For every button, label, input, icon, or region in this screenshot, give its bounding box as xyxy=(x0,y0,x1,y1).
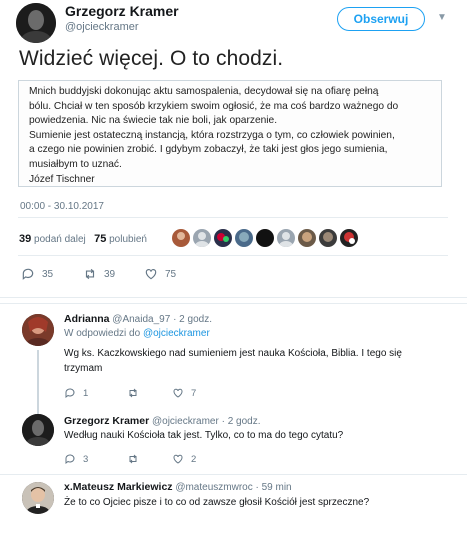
reply-avatar[interactable] xyxy=(22,314,54,346)
liker-avatar[interactable] xyxy=(235,229,253,247)
author-avatar[interactable] xyxy=(16,3,56,43)
thread-line xyxy=(37,400,39,414)
quote-line: Sumienie jest ostateczną instancją, któr… xyxy=(29,129,395,141)
reply-count: 3 xyxy=(83,453,89,465)
like-action[interactable]: 75 xyxy=(144,267,176,281)
like-count: 7 xyxy=(191,387,197,399)
thread-line xyxy=(37,350,39,400)
tweet-text: Widzieć więcej. O to chodzi. xyxy=(19,47,284,70)
quote-image[interactable]: Mnich buddyjski dokonując aktu samospale… xyxy=(18,80,442,187)
like-count: 75 xyxy=(165,268,177,280)
retweet-icon xyxy=(129,454,137,464)
divider xyxy=(0,474,467,475)
reply-count: 35 xyxy=(42,268,54,280)
liker-avatar[interactable] xyxy=(277,229,295,247)
chevron-down-icon[interactable]: ▼ xyxy=(437,12,447,23)
like-action[interactable]: 7 xyxy=(172,387,196,399)
liker-avatar[interactable] xyxy=(172,229,190,247)
author-name[interactable]: Grzegorz Kramer xyxy=(65,3,179,19)
reply-time[interactable]: · 2 godz. xyxy=(222,416,261,427)
tweet-stats: 39 podań dalej 75 polubień xyxy=(19,233,147,245)
divider xyxy=(18,255,448,256)
reply-context: W odpowiedzi do @ojcieckramer xyxy=(64,328,210,339)
reply-action[interactable]: 3 xyxy=(64,453,88,465)
quote-line: Mnich buddyjski dokonując aktu samospale… xyxy=(29,86,379,97)
retweet-action[interactable] xyxy=(127,387,146,399)
reply-author-handle[interactable]: @Anaida_97 xyxy=(112,314,170,325)
heart-icon xyxy=(145,269,157,280)
likes-count[interactable]: 75 xyxy=(94,233,106,245)
quote-line: bólu. Chciał w ten sposób krzykiem swoim… xyxy=(29,100,399,112)
retweet-action[interactable] xyxy=(127,453,146,465)
reply-time[interactable]: · 59 min xyxy=(256,482,292,493)
reply-header: Grzegorz Kramer @ojcieckramer · 2 godz. xyxy=(64,415,261,427)
reply-author-name[interactable]: Adrianna xyxy=(64,313,110,325)
reply-context-prefix: W odpowiedzi do xyxy=(64,328,141,339)
likes-label[interactable]: polubień xyxy=(109,234,147,245)
likers-avatars xyxy=(172,229,358,247)
retweet-icon xyxy=(85,268,95,280)
reply-icon xyxy=(65,388,75,398)
reply-text-line: trzymam xyxy=(64,363,103,374)
reply-context-link[interactable]: @ojcieckramer xyxy=(143,328,210,339)
reply-text: Według nauki Kościoła tak jest. Tylko, c… xyxy=(64,428,343,443)
like-count: 2 xyxy=(191,453,197,465)
reply-text-line: Że to co Ojciec pisze i to co od zawsze … xyxy=(64,497,370,508)
divider xyxy=(0,303,467,304)
reply-author-handle[interactable]: @ojcieckramer xyxy=(152,416,219,427)
divider xyxy=(0,297,467,298)
retweet-action[interactable]: 39 xyxy=(83,267,115,281)
tweet-timestamp[interactable]: 00:00 - 30.10.2017 xyxy=(20,201,104,212)
quote-line: Józef Tischner xyxy=(29,173,95,185)
divider xyxy=(18,217,448,218)
retweet-count: 39 xyxy=(104,268,116,280)
reply-header: Adrianna @Anaida_97 · 2 godz. xyxy=(64,313,212,325)
reply-action[interactable]: 35 xyxy=(21,267,53,281)
reply-header: x.Mateusz Markiewicz @mateuszmwroc · 59 … xyxy=(64,481,292,493)
liker-avatar[interactable] xyxy=(319,229,337,247)
liker-avatar[interactable] xyxy=(256,229,274,247)
heart-icon xyxy=(173,454,183,464)
reply-author-name[interactable]: Grzegorz Kramer xyxy=(64,415,149,427)
reply-icon xyxy=(65,454,75,464)
reply-text-line: Wg ks. Kaczkowskiego nad sumieniem jest … xyxy=(64,348,402,359)
liker-avatar[interactable] xyxy=(298,229,316,247)
reply-avatar[interactable] xyxy=(22,482,54,514)
liker-avatar[interactable] xyxy=(214,229,232,247)
reply-time[interactable]: · 2 godz. xyxy=(173,314,212,325)
reply-action[interactable]: 1 xyxy=(64,387,88,399)
reply-avatar[interactable] xyxy=(22,414,54,446)
follow-button[interactable]: Obserwuj xyxy=(337,7,425,31)
liker-avatar[interactable] xyxy=(193,229,211,247)
reply-count: 1 xyxy=(83,387,89,399)
quote-line: musiałbym to uznać. xyxy=(29,158,122,170)
reply-author-name[interactable]: x.Mateusz Markiewicz xyxy=(64,481,173,493)
reply-text: Że to co Ojciec pisze i to co od zawsze … xyxy=(64,495,369,510)
retweet-icon xyxy=(129,388,137,398)
quote-line: powiedzenia. Nic na świecie tak nie boli… xyxy=(29,115,278,127)
quote-line: a czego nie powinien zrobić. I gdybym zo… xyxy=(29,144,388,156)
reply-text: Wg ks. Kaczkowskiego nad sumieniem jest … xyxy=(64,346,402,376)
like-action[interactable]: 2 xyxy=(172,453,196,465)
heart-icon xyxy=(173,388,183,398)
liker-avatar[interactable] xyxy=(340,229,358,247)
retweets-count[interactable]: 39 xyxy=(19,233,31,245)
author-handle[interactable]: @ojcieckramer xyxy=(65,21,139,33)
retweets-label[interactable]: podań dalej xyxy=(34,234,86,245)
reply-text-line: Według nauki Kościoła tak jest. Tylko, c… xyxy=(64,430,344,441)
reply-author-handle[interactable]: @mateuszmwroc xyxy=(175,482,252,493)
reply-icon xyxy=(22,268,34,280)
